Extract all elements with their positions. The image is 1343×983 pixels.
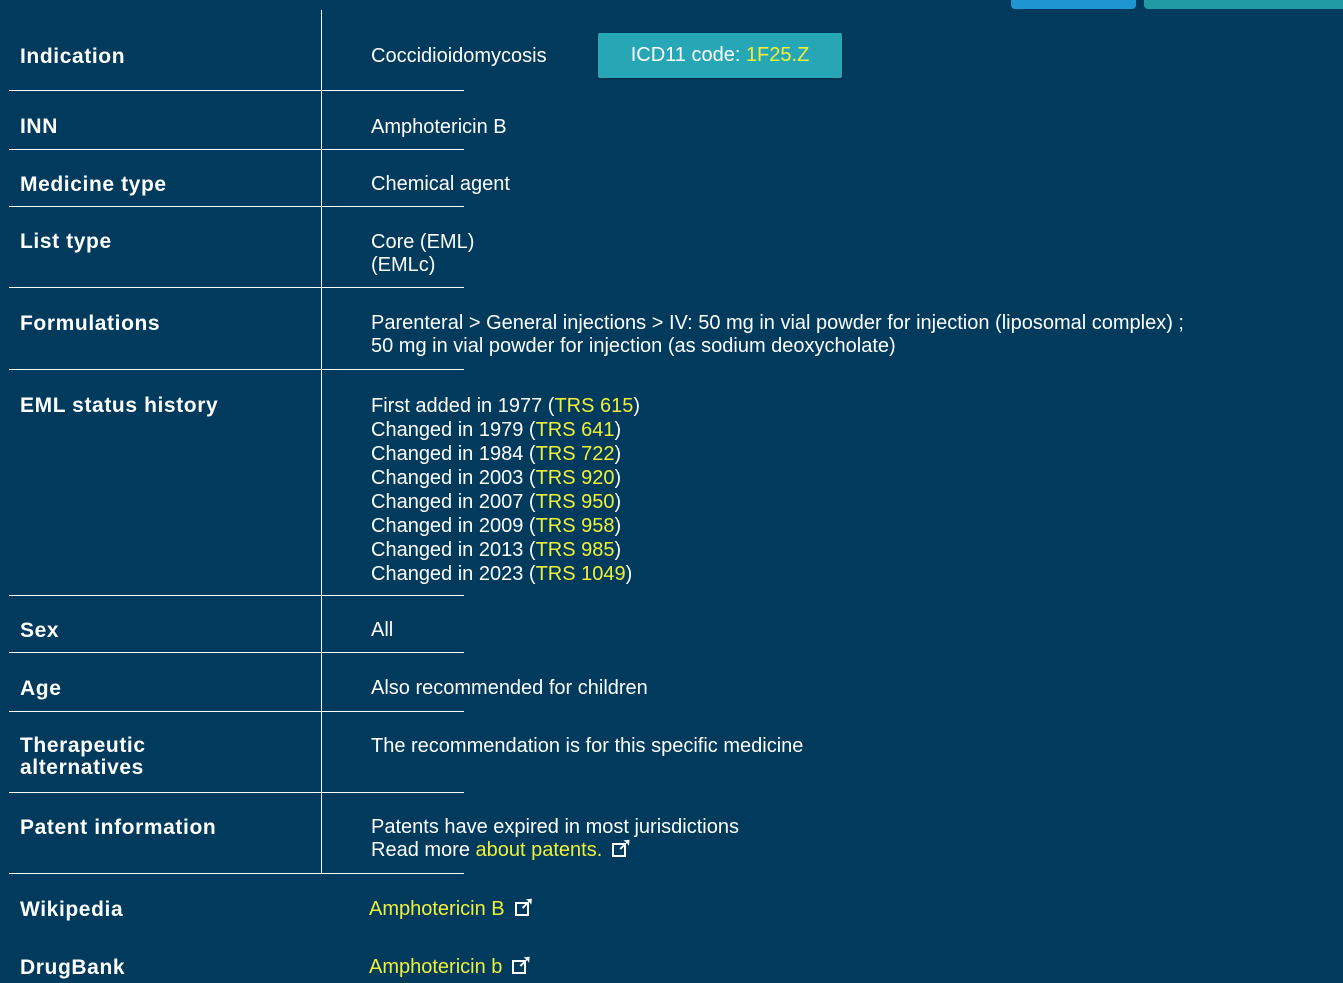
list-type-emlc: (EMLc): [371, 254, 436, 276]
trs-link[interactable]: TRS 1049: [536, 563, 626, 585]
trs-link[interactable]: TRS 950: [536, 491, 615, 513]
patent-information-value: Patents have expired in most jurisdictio…: [371, 816, 739, 862]
age-value: Also recommended for children: [371, 677, 648, 699]
age-label: Age: [20, 677, 62, 700]
row-divider: [9, 873, 464, 874]
trs-link[interactable]: TRS 985: [536, 539, 615, 561]
history-text: Changed in 2003 (: [371, 467, 536, 489]
about-patents-link[interactable]: about patents.: [476, 839, 603, 861]
history-text: Changed in 2007 (: [371, 491, 536, 513]
row-divider: [9, 149, 464, 150]
history-close: ): [614, 443, 622, 465]
row-divider: [9, 369, 464, 370]
trs-link[interactable]: TRS 920: [536, 467, 615, 489]
history-entry: Changed in 2009 (TRS 958): [371, 514, 640, 538]
list-type-value: Core (EML) (EMLc): [371, 231, 474, 277]
therapeutic-alternatives-label: Therapeutic alternatives: [20, 735, 146, 779]
drugbank-label: DrugBank: [20, 956, 126, 979]
history-entry: First added in 1977 (TRS 615): [371, 394, 640, 418]
eml-status-history-list: First added in 1977 (TRS 615) Changed in…: [371, 394, 640, 586]
history-entry: Changed in 2013 (TRS 985): [371, 538, 640, 562]
formulation-line: Parenteral > General injections > IV: 50…: [371, 312, 1184, 334]
trs-link[interactable]: TRS 641: [536, 419, 615, 441]
formulations-label: Formulations: [20, 312, 161, 335]
patent-read-more: Read more about patents.: [371, 833, 739, 862]
history-entry: Changed in 1984 (TRS 722): [371, 442, 640, 466]
sex-value: All: [371, 619, 394, 641]
history-entry: Changed in 1979 (TRS 641): [371, 418, 640, 442]
top-button-2[interactable]: [1144, 0, 1343, 9]
icd-code-link[interactable]: 1F25.Z: [746, 44, 809, 66]
wikipedia-label: Wikipedia: [20, 898, 124, 921]
external-link-icon[interactable]: [514, 892, 535, 916]
trs-link[interactable]: TRS 615: [554, 395, 633, 417]
history-close: ): [625, 563, 633, 585]
history-text: Changed in 2013 (: [371, 539, 536, 561]
inn-value: Amphotericin B: [371, 116, 507, 138]
therapeutic-alternatives-value: The recommendation is for this specific …: [371, 735, 804, 757]
top-button-1[interactable]: [1011, 0, 1136, 9]
history-close: ): [614, 515, 622, 537]
patent-information-label: Patent information: [20, 816, 217, 839]
history-close: ): [614, 491, 622, 513]
row-divider: [9, 206, 464, 207]
patent-status: Patents have expired in most jurisdictio…: [371, 816, 739, 838]
list-type-label: List type: [20, 230, 112, 253]
history-close: ): [614, 467, 622, 489]
row-divider: [9, 595, 464, 596]
wikipedia-link-row[interactable]: Amphotericin B: [369, 892, 535, 921]
drugbank-link-row[interactable]: Amphotericin b: [369, 950, 533, 979]
history-close: ): [614, 419, 622, 441]
column-divider: [321, 10, 322, 874]
history-text: Changed in 1979 (: [371, 419, 536, 441]
medicine-type-label: Medicine type: [20, 173, 167, 196]
external-link-icon[interactable]: [512, 950, 533, 974]
history-text: Changed in 2009 (: [371, 515, 536, 537]
row-divider: [9, 287, 464, 288]
history-close: ): [633, 395, 641, 417]
trs-link[interactable]: TRS 958: [536, 515, 615, 537]
label-line: Therapeutic: [20, 734, 146, 757]
history-entry: Changed in 2007 (TRS 950): [371, 490, 640, 514]
row-divider: [9, 652, 464, 653]
history-entry: Changed in 2003 (TRS 920): [371, 466, 640, 490]
drugbank-link[interactable]: Amphotericin b: [369, 956, 502, 978]
sex-label: Sex: [20, 619, 60, 642]
inn-label: INN: [20, 115, 58, 138]
row-divider: [9, 90, 464, 91]
indication-label: Indication: [20, 45, 126, 68]
read-more-text: Read more: [371, 839, 476, 861]
history-entry: Changed in 2023 (TRS 1049): [371, 562, 640, 586]
icd-prefix: ICD11 code:: [630, 44, 746, 66]
external-link-icon[interactable]: [612, 833, 632, 857]
trs-link[interactable]: TRS 722: [536, 443, 615, 465]
indication-value: Coccidioidomycosis: [371, 45, 547, 67]
history-text: Changed in 1984 (: [371, 443, 536, 465]
history-text: Changed in 2023 (: [371, 563, 536, 585]
history-text: First added in 1977 (: [371, 395, 555, 417]
icd-code-badge[interactable]: ICD11 code: 1F25.Z: [598, 33, 842, 78]
medicine-type-value: Chemical agent: [371, 173, 510, 195]
wikipedia-link[interactable]: Amphotericin B: [369, 898, 505, 920]
row-divider: [9, 711, 464, 712]
formulations-value: Parenteral > General injections > IV: 50…: [371, 312, 1184, 358]
label-line: alternatives: [20, 756, 144, 779]
history-close: ): [614, 539, 622, 561]
formulation-line: 50 mg in vial powder for injection (as s…: [371, 335, 896, 357]
row-divider: [9, 792, 464, 793]
list-type-core: Core (EML): [371, 231, 475, 253]
eml-status-history-label: EML status history: [20, 394, 219, 417]
